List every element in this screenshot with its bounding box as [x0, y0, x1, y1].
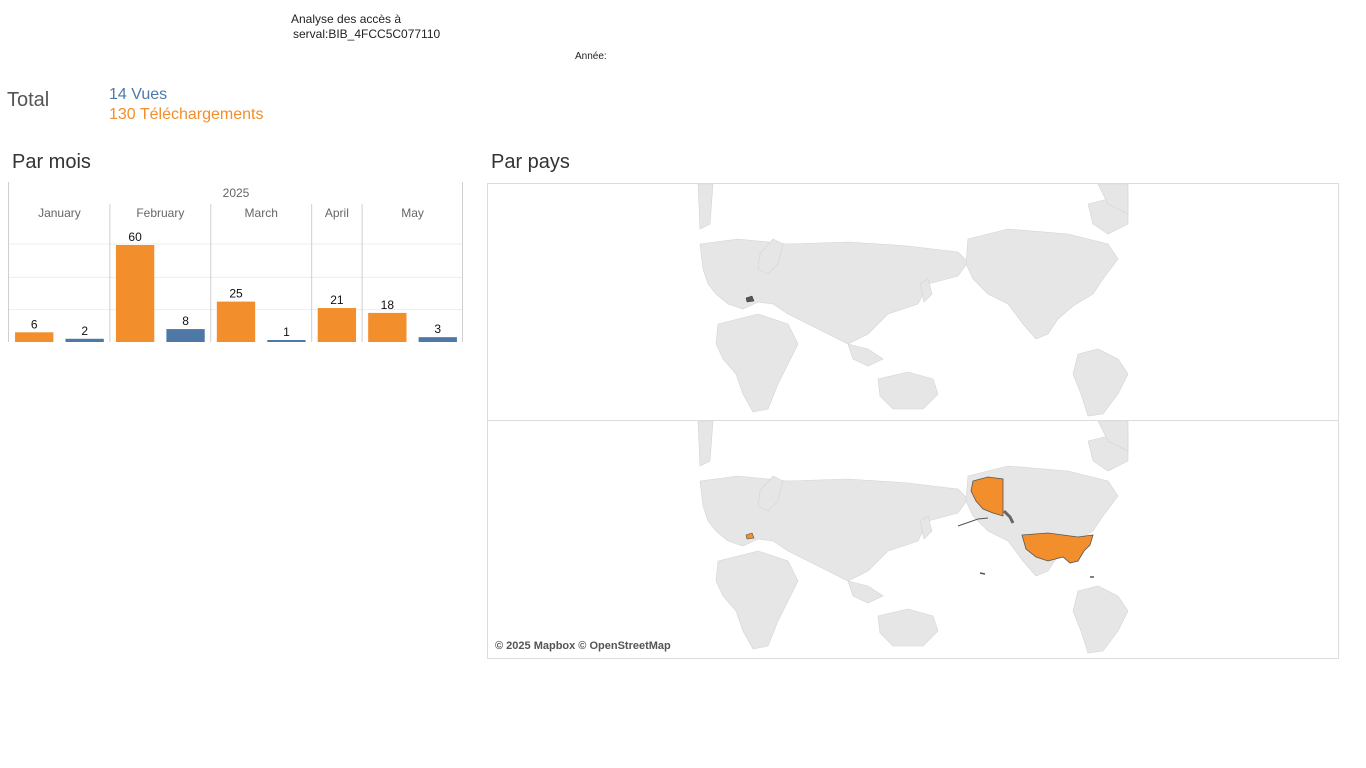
month-label-january: January: [38, 206, 81, 220]
bar-views-january: [65, 338, 104, 342]
month-label-april: April: [325, 206, 349, 220]
year-header: 2025: [223, 186, 250, 200]
land-africa: [715, 550, 799, 650]
land-left-edge: [697, 184, 714, 230]
land-australia: [877, 371, 939, 410]
month-label-february: February: [136, 206, 184, 220]
bar-label-downloads-april: 21: [330, 293, 344, 307]
bar-label-downloads-january: 6: [31, 317, 38, 331]
bar-downloads-may: [368, 312, 407, 342]
total-label: Total: [7, 89, 50, 111]
world-map-views: [697, 184, 1129, 417]
month-label-may: May: [401, 206, 424, 220]
land-southeast-asia: [847, 580, 884, 604]
land-australia: [877, 608, 939, 647]
land-left-edge: [697, 421, 714, 467]
bar-label-downloads-may: 18: [381, 298, 395, 312]
land-north-america: [965, 228, 1119, 340]
bar-views-may: [418, 337, 457, 342]
year-filter-label[interactable]: Année:: [575, 51, 607, 62]
land-southeast-asia: [847, 343, 884, 367]
world-map-downloads: [697, 421, 1129, 654]
bar-label-views-january: 2: [81, 324, 88, 338]
bar-label-downloads-march: 25: [229, 287, 243, 301]
month-label-march: March: [245, 206, 278, 220]
bar-downloads-january: [15, 332, 54, 342]
bar-views-march: [267, 340, 306, 342]
country-hawaii-downloads: [979, 572, 986, 575]
map-panel-downloads[interactable]: [487, 420, 1339, 659]
bar-label-views-february: 8: [182, 314, 189, 328]
report-title-line1: Analyse des accès à: [291, 12, 402, 26]
monthly-bar-chart: 2025 January 6 2 February 60 8 March 25 1 April 21 M…: [8, 182, 463, 342]
total-downloads: 130 Téléchargements: [109, 106, 264, 123]
bar-label-views-march: 1: [283, 325, 290, 339]
map-attribution[interactable]: © 2025 Mapbox © OpenStreetMap: [495, 640, 671, 652]
total-views: 14 Vues: [109, 86, 168, 103]
by-month-heading: Par mois: [12, 151, 91, 173]
by-country-heading: Par pays: [491, 151, 570, 173]
land-africa: [715, 313, 799, 413]
bar-label-downloads-february: 60: [128, 230, 142, 244]
land-south-america: [1072, 348, 1129, 417]
bar-downloads-april: [317, 308, 357, 342]
map-panel-views[interactable]: [487, 183, 1339, 421]
land-south-america: [1072, 585, 1129, 654]
bar-downloads-march: [216, 301, 256, 342]
bar-label-views-may: 3: [434, 322, 441, 336]
report-title-line2: serval:BIB_4FCC5C077110: [293, 27, 441, 41]
bar-views-february: [166, 329, 205, 342]
bar-downloads-february: [115, 245, 155, 342]
